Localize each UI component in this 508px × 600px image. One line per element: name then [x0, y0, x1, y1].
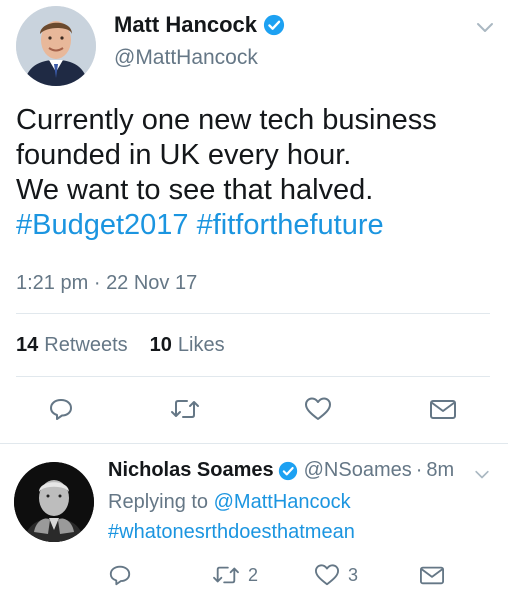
retweet-button[interactable] [170, 396, 200, 422]
hashtag-link[interactable]: #fitforthefuture [197, 209, 384, 241]
replying-to-label: Replying to [108, 491, 209, 513]
retweet-button[interactable]: 2 [212, 563, 258, 587]
tweet-text: Currently one new tech business founded … [16, 103, 496, 243]
author-name-row: Matt Hancock [114, 12, 285, 38]
reply-author-name[interactable]: Nicholas Soames [108, 459, 274, 482]
direct-message-button[interactable] [418, 563, 446, 587]
verified-badge-icon [263, 14, 285, 36]
direct-message-icon [428, 396, 458, 422]
like-button[interactable]: 3 [314, 563, 358, 587]
hashtag-link[interactable]: #Budget2017 [16, 209, 189, 241]
verified-badge-icon [278, 461, 298, 481]
engagement-stats: 14 Retweets 10 Likes [16, 334, 225, 357]
reply-hashtag-link[interactable]: #whatonesrthdoesthatmean [108, 521, 355, 544]
retweet-icon [170, 396, 200, 422]
author-name[interactable]: Matt Hancock [114, 12, 257, 38]
tweet-text-line: Currently one new tech business [16, 104, 437, 136]
reply-author-row: Nicholas Soames @NSoames · 8m [108, 459, 454, 482]
chevron-down-icon[interactable] [474, 470, 490, 480]
reply-button[interactable] [108, 563, 132, 587]
tweet-text-line: We want to see that halved. [16, 174, 374, 206]
tweet-text-line: founded in UK every hour. [16, 139, 352, 171]
likes-stat[interactable]: 10 Likes [150, 334, 225, 357]
heart-icon [314, 563, 340, 587]
separator: · [93, 272, 101, 294]
reply-icon [48, 396, 74, 422]
direct-message-button[interactable] [428, 396, 458, 422]
retweet-icon [212, 563, 240, 587]
retweets-count: 14 [16, 334, 39, 356]
replying-to: Replying to @MattHancock [108, 491, 351, 514]
tweet-time: 1:21 pm [16, 272, 89, 294]
divider [16, 313, 490, 314]
reply-icon [108, 563, 132, 587]
likes-count: 10 [149, 334, 172, 356]
like-button[interactable] [304, 396, 332, 422]
replying-to-link[interactable]: @MattHancock [214, 491, 351, 513]
tweet-date: 22 Nov 17 [106, 272, 198, 294]
reply-time[interactable]: 8m [426, 459, 454, 482]
reply-author-handle[interactable]: @NSoames [304, 459, 412, 482]
heart-icon [304, 396, 332, 422]
reply-author-avatar[interactable] [14, 462, 94, 542]
retweets-stat[interactable]: 14 Retweets [16, 334, 128, 357]
retweets-label: Retweets [44, 334, 128, 356]
divider [0, 443, 508, 444]
separator: · [415, 459, 423, 481]
divider [16, 376, 490, 377]
likes-label: Likes [177, 334, 225, 356]
tweet-timestamp[interactable]: 1:21 pm · 22 Nov 17 [16, 272, 197, 295]
chevron-down-icon[interactable] [476, 22, 494, 34]
like-count: 3 [348, 564, 359, 585]
reply-button[interactable] [48, 396, 74, 422]
tweet-actions [0, 396, 508, 426]
author-handle[interactable]: @MattHancock [114, 46, 258, 70]
reply-actions: 2 3 [0, 563, 508, 593]
direct-message-icon [418, 563, 446, 587]
author-avatar[interactable] [16, 6, 96, 86]
retweet-count: 2 [248, 564, 259, 585]
